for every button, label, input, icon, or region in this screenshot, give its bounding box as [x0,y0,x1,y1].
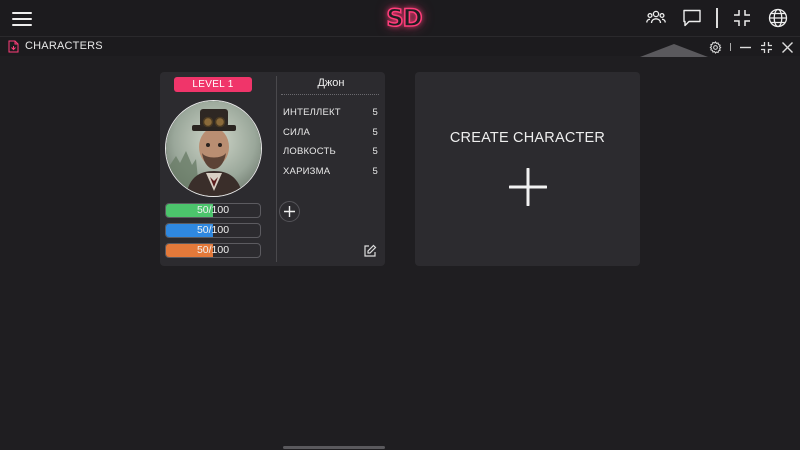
gear-icon[interactable] [708,40,722,54]
stat-row: ХАРИЗМА 5 [283,166,378,186]
create-character-card[interactable]: CREATE CHARACTER [415,72,640,266]
stamina-bar-text: 50/100 [196,244,230,256]
edit-character-button[interactable] [363,244,377,258]
character-avatar [165,100,262,197]
stat-value: 5 [372,146,378,157]
health-bar: 50/100 [165,203,261,218]
create-character-label: CREATE CHARACTER [449,130,606,146]
stat-row: ИНТЕЛЛЕКТ 5 [283,107,378,127]
character-card[interactable]: LEVEL 1 50/100 50/100 50/100 Джон ИНТЕЛЛ… [160,72,385,266]
document-icon [8,40,19,53]
top-bar: SD [0,0,800,36]
stat-label: ИНТЕЛЛЕКТ [283,107,341,118]
chat-icon[interactable] [680,6,704,30]
card-divider [276,76,277,262]
mana-bar: 50/100 [165,223,261,238]
drag-handle[interactable] [640,44,708,57]
plus-icon [509,168,547,206]
collapse-icon[interactable] [730,6,754,30]
stat-label: ЛОВКОСТЬ [283,146,336,157]
stat-value: 5 [372,126,378,138]
window-header: CHARACTERS [0,36,800,57]
controls-divider [730,43,731,51]
top-toolbar [632,6,790,30]
minimize-icon[interactable] [738,40,752,54]
users-icon[interactable] [644,6,668,30]
stat-value: 5 [372,107,378,118]
toolbar-divider [716,8,718,28]
horizontal-scrollbar[interactable] [283,446,385,449]
add-stat-button[interactable] [279,201,300,222]
stats-list: ИНТЕЛЛЕКТ 5 СИЛА 5 ЛОВКОСТЬ 5 ХАРИЗМА 5 [283,107,378,185]
collapse-icon[interactable] [759,40,773,54]
window-controls [701,39,794,55]
stat-label: СИЛА [283,126,311,138]
edit-icon [364,244,377,257]
name-divider [281,94,379,95]
plus-icon [284,206,295,217]
health-bar-text: 50/100 [196,204,230,216]
globe-icon[interactable] [766,6,790,30]
close-icon[interactable] [780,40,794,54]
stamina-bar: 50/100 [165,243,261,258]
stat-label: ХАРИЗМА [283,165,331,177]
window-title: CHARACTERS [25,40,103,52]
character-name: Джон [317,77,345,89]
mana-bar-text: 50/100 [196,224,230,236]
stat-row: ЛОВКОСТЬ 5 [283,146,378,166]
app-logo: SD [386,3,424,33]
stat-value: 5 [372,165,378,177]
stat-row: СИЛА 5 [283,127,378,147]
level-badge: LEVEL 1 [174,77,252,92]
menu-icon[interactable] [12,9,32,27]
